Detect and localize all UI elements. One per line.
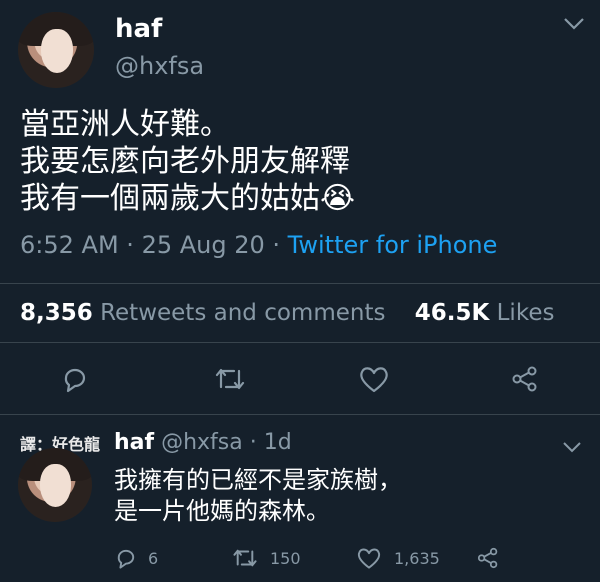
share-icon[interactable] [510,364,540,398]
meta-separator: · [272,231,288,259]
reply-share-action[interactable] [476,546,500,570]
tweet-text-line-3: 我有一個兩歲大的姑姑😭 [20,181,356,216]
tweet-source-link[interactable]: Twitter for iPhone [288,231,498,259]
author-name[interactable]: haf [115,14,162,44]
chevron-down-icon[interactable] [562,438,582,457]
retweet-icon[interactable] [214,365,246,397]
likes-count[interactable]: 46.5K [415,300,490,326]
retweets-count[interactable]: 8,356 [20,300,93,326]
retweet-icon [233,549,257,567]
like-count: 1,635 [394,548,440,568]
reply-text-line-2: 是一片他媽的森林。 [114,497,330,525]
reply-count: 6 [148,548,159,568]
reply-icon[interactable] [60,364,90,398]
reply-header: haf @hxfsa · 1d [114,430,292,455]
heart-icon[interactable] [358,364,390,398]
divider-top [0,283,600,284]
reply-reply-action[interactable]: 6 [114,546,158,570]
reply-author-avatar[interactable] [18,448,92,522]
tweet-meta: 6:52 AM · 25 Aug 20 · Twitter for iPhone [20,231,497,259]
tweet-text-line-1: 當亞洲人好難。 [20,107,230,142]
meta-separator: · [126,231,142,259]
chevron-down-icon[interactable] [563,16,585,35]
avatar-face [40,464,72,508]
author-handle[interactable]: @hxfsa [115,52,204,80]
tweet-time: 6:52 AM [20,231,119,259]
author-avatar[interactable] [18,12,94,88]
reply-retweet-action[interactable]: 150 [232,546,301,570]
reply-text-line-1: 我擁有的已經不是家族樹， [114,466,402,494]
reply-author-handle[interactable]: @hxfsa [161,430,243,455]
meta-separator: · [249,430,257,455]
divider-bottom [0,414,600,415]
tweet-date: 25 Aug 20 [141,231,265,259]
reply-like-action[interactable]: 1,635 [356,546,440,570]
reply-author-name[interactable]: haf [114,430,154,455]
retweet-count: 150 [270,548,301,568]
tweet-stats: 8,356 Retweets and comments 46.5K Likes [20,300,554,326]
retweets-label[interactable]: Retweets and comments [100,300,385,326]
heart-icon [357,548,381,569]
tweet-text-line-2: 我要怎麼向老外朋友解釋 [20,144,350,179]
reply-icon [117,549,135,569]
likes-label[interactable]: Likes [497,300,555,326]
share-icon [477,547,498,569]
divider-middle [0,342,600,343]
avatar-face [40,28,73,73]
reply-age[interactable]: 1d [264,430,292,455]
